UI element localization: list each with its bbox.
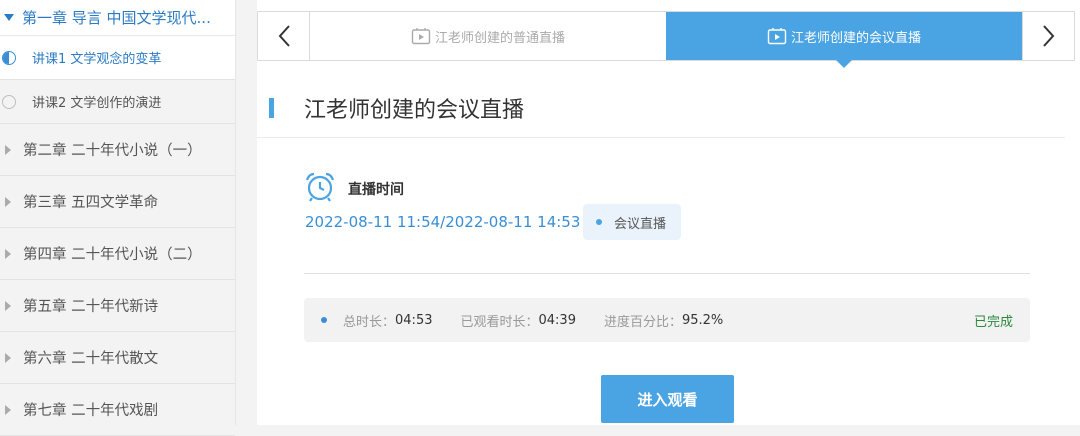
chapter-label: 第三章 五四文学革命	[23, 195, 159, 211]
prev-tab-button[interactable]	[258, 12, 310, 60]
chapter-label: 第四章 二十年代小说（二）	[23, 247, 202, 263]
divider	[304, 273, 1030, 274]
chevron-left-icon	[278, 25, 290, 47]
chapter-item-2[interactable]: 第二章 二十年代小说（一）	[0, 124, 235, 176]
dot-icon	[321, 317, 327, 323]
tv-play-icon	[767, 27, 787, 45]
progress-percent-label: 进度百分比：	[603, 314, 682, 330]
caret-right-icon	[5, 352, 11, 363]
tab-normal-live[interactable]: 江老师创建的普通直播	[310, 12, 666, 60]
watch-progress-bar: 总时长： 04:53 已观看时长： 04:39 进度百分比： 95.2% 已完成	[304, 298, 1030, 342]
live-time-section: 直播时间	[304, 172, 404, 206]
lesson-item-2[interactable]: 讲课2 文学创作的演进	[0, 80, 235, 124]
section-heading: 江老师创建的会议直播	[269, 92, 524, 124]
caret-right-icon	[5, 300, 11, 311]
chapter-label: 第七章 二十年代戏剧	[23, 403, 159, 419]
tab-label: 江老师创建的会议直播	[790, 30, 921, 46]
dot-icon	[596, 219, 602, 225]
caret-right-icon	[5, 404, 11, 415]
divider	[257, 137, 1065, 138]
chapter-item-7[interactable]: 第七章 二十年代戏剧	[0, 384, 235, 436]
chapter-item-1[interactable]: 第一章 导言 中国文学现代...	[0, 0, 235, 36]
alarm-clock-icon	[304, 172, 336, 206]
live-type-badge: 会议直播	[583, 204, 681, 240]
chapter-item-5[interactable]: 第五章 二十年代新诗	[0, 280, 235, 332]
live-tab-bar: 江老师创建的普通直播 江老师创建的会议直播	[257, 11, 1075, 68]
half-circle-progress-icon	[2, 50, 16, 65]
chapter-label: 第六章 二十年代散文	[23, 351, 159, 367]
enter-watch-button[interactable]: 进入观看	[601, 375, 734, 423]
lesson-item-1[interactable]: 讲课1 文学观念的变革	[0, 36, 235, 80]
watched-duration-label: 已观看时长：	[460, 314, 539, 330]
caret-right-icon	[5, 144, 11, 155]
page-title: 江老师创建的会议直播	[304, 98, 525, 123]
chapter-item-3[interactable]: 第三章 五四文学革命	[0, 176, 235, 228]
chapter-item-4[interactable]: 第四章 二十年代小说（二）	[0, 228, 235, 280]
chapter-item-6[interactable]: 第六章 二十年代散文	[0, 332, 235, 384]
completion-status: 已完成	[973, 314, 1013, 330]
total-duration-label: 总时长：	[343, 314, 396, 330]
lesson-label: 讲课1 文学观念的变革	[32, 52, 162, 67]
tab-label: 江老师创建的普通直播	[434, 30, 565, 46]
chapter-sidebar: 第一章 导言 中国文学现代... 讲课1 文学观念的变革 讲课2 文学创作的演进…	[0, 0, 236, 436]
caret-down-icon	[4, 14, 14, 21]
tab-meeting-live[interactable]: 江老师创建的会议直播	[666, 12, 1022, 68]
caret-right-icon	[5, 248, 11, 259]
progress-percent-value: 95.2%	[681, 312, 724, 328]
tv-play-icon	[411, 27, 431, 45]
caret-right-icon	[5, 196, 11, 207]
live-time-label: 直播时间	[348, 182, 404, 198]
chapter-label: 第五章 二十年代新诗	[23, 299, 159, 315]
lesson-label: 讲课2 文学创作的演进	[32, 96, 162, 111]
total-duration-value: 04:53	[395, 312, 433, 328]
watched-duration-value: 04:39	[538, 312, 576, 328]
chevron-right-icon	[1042, 25, 1054, 47]
chapter-label: 第二章 二十年代小说（一）	[23, 143, 202, 159]
live-time-value: 2022-08-11 11:54/2022-08-11 14:53	[305, 213, 581, 231]
empty-circle-icon	[2, 94, 16, 109]
heading-accent-bar	[269, 98, 274, 118]
live-type-label: 会议直播	[614, 216, 667, 232]
main-panel: 江老师创建的普通直播 江老师创建的会议直播 江老师创建的会议直播 直播时间 20…	[257, 0, 1080, 425]
next-tab-button[interactable]	[1022, 12, 1074, 60]
chapter-label: 第一章 导言 中国文学现代...	[22, 9, 211, 27]
